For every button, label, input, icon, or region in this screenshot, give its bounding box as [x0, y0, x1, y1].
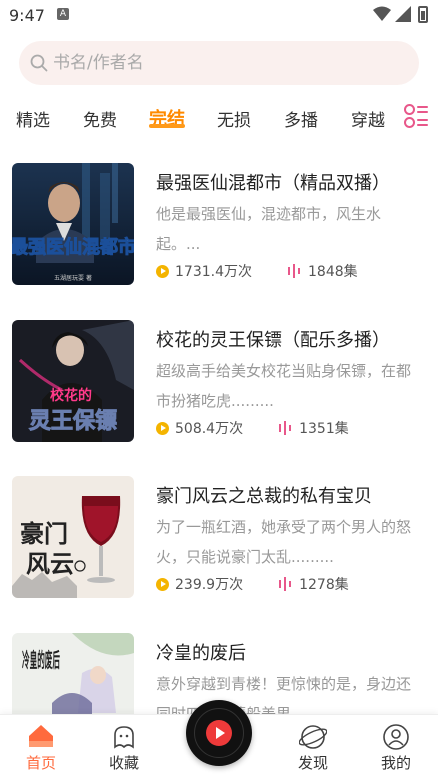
play-count-icon: [156, 264, 169, 278]
nav-mine-label: 我的: [380, 754, 411, 772]
nav-home-label: 首页: [25, 754, 56, 772]
book-title[interactable]: 最强医仙混都市（精品双播）: [156, 169, 390, 195]
cover-credit-text: 五湖居玩耍 著: [54, 274, 92, 282]
favorites-icon: [114, 726, 134, 749]
profile-icon: [383, 724, 409, 750]
play-count: 508.4万次: [175, 421, 244, 437]
nav-mine[interactable]: 我的: [366, 715, 426, 778]
book-cover[interactable]: 豪门 风云: [12, 476, 134, 598]
player-disc-button[interactable]: [186, 700, 252, 766]
tab-active-indicator: [149, 124, 185, 128]
status-time: 9:47: [9, 6, 45, 25]
episodes-icon: [279, 577, 292, 591]
notification-icon: A: [57, 8, 69, 20]
status-bar: 9:47 A: [0, 0, 438, 30]
cover-title-text: 冷皇的废后: [22, 648, 60, 672]
tab-wusun[interactable]: 无损: [217, 106, 251, 131]
book-meta: 508.4万次 1351集: [156, 418, 349, 438]
search-bar[interactable]: [19, 41, 419, 85]
book-title[interactable]: 校花的灵王保镖（配乐多播）: [156, 326, 390, 352]
wifi-icon: [373, 6, 391, 21]
play-icon: [206, 720, 232, 746]
book-item[interactable]: 校花的 灵王保镖 校花的灵王保镖（配乐多播） 超级高手给美女校花当贴身保镖，在都…: [0, 320, 438, 450]
battery-icon: [418, 6, 428, 23]
home-icon: [29, 725, 53, 747]
tab-jingxuan[interactable]: 精选: [16, 106, 50, 131]
category-more-icon[interactable]: [403, 103, 429, 129]
play-count-icon: [156, 577, 169, 591]
nav-discover-label: 发现: [297, 754, 328, 772]
cover-title-bottom-text: 灵王保镖: [29, 409, 117, 434]
episode-count: 1278集: [299, 577, 349, 593]
book-cover[interactable]: 校花的 灵王保镖: [12, 320, 134, 442]
play-count: 1731.4万次: [175, 264, 252, 280]
tab-mianfei[interactable]: 免费: [83, 106, 117, 131]
search-input[interactable]: [53, 41, 403, 85]
book-meta: 239.9万次 1278集: [156, 574, 349, 594]
book-item[interactable]: 最强医仙混都市 五湖居玩耍 著 最强医仙混都市（精品双播） 他是最强医仙，混迹都…: [0, 163, 438, 293]
cover-title-top-text: 校花的: [50, 387, 92, 404]
book-title[interactable]: 冷皇的废后: [156, 639, 246, 665]
episodes-icon: [288, 264, 300, 278]
search-icon: [30, 54, 48, 72]
cover-title-a-text: 豪门: [20, 519, 68, 548]
discover-icon: [299, 725, 327, 749]
book-meta: 1731.4万次 1848集: [156, 261, 358, 281]
nav-discover[interactable]: 发现: [283, 715, 343, 778]
play-count: 239.9万次: [175, 577, 244, 593]
episode-count: 1848集: [308, 264, 358, 280]
book-cover[interactable]: 最强医仙混都市 五湖居玩耍 著: [12, 163, 134, 285]
cover-title-text: 最强医仙混都市: [12, 236, 134, 258]
nav-favorites[interactable]: 收藏: [94, 715, 154, 778]
book-description: 超级高手给美女校花当贴身保镖，在都市扮猪吃虎.........: [156, 362, 412, 410]
nav-favorites-label: 收藏: [108, 754, 139, 772]
book-title[interactable]: 豪门风云之总裁的私有宝贝: [156, 482, 372, 508]
book-description: 为了一瓶红酒，她承受了两个男人的怒火，只能说豪门太乱.........: [156, 518, 412, 566]
tab-duobo[interactable]: 多播: [284, 106, 318, 131]
cover-title-b-text: 风云: [26, 549, 74, 578]
book-description: 他是最强医仙，混迹都市，风生水起。...: [156, 205, 382, 253]
episodes-icon: [279, 421, 292, 435]
book-item[interactable]: 豪门 风云 豪门风云之总裁的私有宝贝 为了一瓶红酒，她承受了两个男人的怒火，只能…: [0, 476, 438, 606]
tab-chuanyue[interactable]: 穿越: [351, 106, 385, 131]
signal-icon: [395, 6, 411, 22]
episode-count: 1351集: [299, 421, 349, 437]
category-tabs: 精选 免费 完结 无损 多播 穿越: [0, 100, 438, 134]
nav-home[interactable]: 首页: [11, 715, 71, 778]
play-count-icon: [156, 421, 169, 435]
